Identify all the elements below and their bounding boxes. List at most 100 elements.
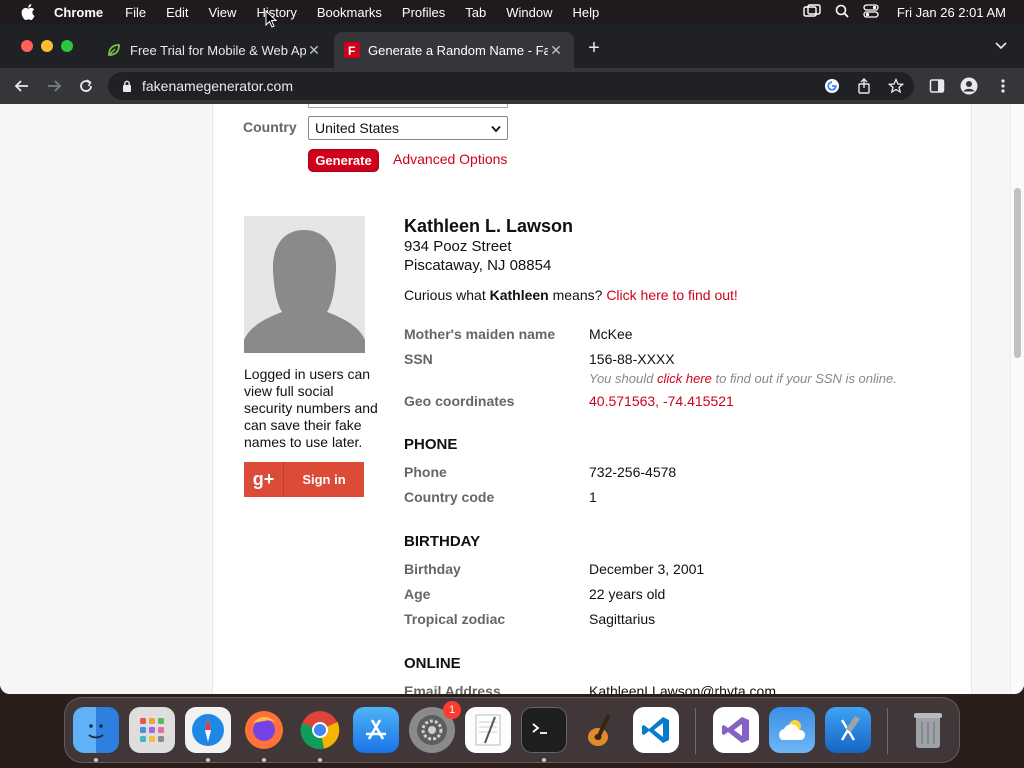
address-bar[interactable]: fakenamegenerator.com <box>108 72 914 100</box>
side-panel-icon[interactable] <box>928 77 946 95</box>
tab-title: Generate a Random Name - Fa <box>368 42 548 58</box>
terminal-icon[interactable] <box>521 707 567 753</box>
login-note: Logged in users can view full social sec… <box>244 366 378 450</box>
weather-icon[interactable] <box>769 707 815 753</box>
finder-running-indicator <box>94 758 98 762</box>
settings-notification-badge: 1 <box>443 701 461 719</box>
menu-edit[interactable]: Edit <box>166 5 188 20</box>
google-plus-icon: g+ <box>244 462 284 497</box>
bookmark-star-icon[interactable] <box>888 78 904 94</box>
minimize-window-button[interactable] <box>41 40 53 52</box>
menu-view[interactable]: View <box>208 5 236 20</box>
chrome-icon[interactable] <box>297 707 343 753</box>
svg-text:F: F <box>348 44 355 58</box>
curious-prefix: Curious what <box>404 287 490 303</box>
google-signin-button[interactable]: g+ Sign in <box>244 462 364 497</box>
zoom-window-button[interactable] <box>61 40 73 52</box>
close-window-button[interactable] <box>21 40 33 52</box>
chrome-running-indicator <box>318 758 322 762</box>
trash-icon[interactable] <box>905 707 951 753</box>
ssn-value: 156-88-XXXX <box>589 351 675 367</box>
menu-bar: Chrome File Edit View History Bookmarks … <box>0 0 1024 24</box>
maiden-name-label: Mother's maiden name <box>404 326 556 342</box>
menu-app-name[interactable]: Chrome <box>54 5 103 20</box>
garageband-icon[interactable] <box>577 707 623 753</box>
vscode-icon[interactable] <box>633 707 679 753</box>
xcode-icon[interactable] <box>825 707 871 753</box>
name-meaning-link[interactable]: Click here to find out! <box>606 287 738 303</box>
google-lens-icon[interactable] <box>824 78 840 94</box>
back-arrow-icon[interactable] <box>12 76 32 96</box>
screen-mirror-icon[interactable] <box>803 3 821 21</box>
dock-separator <box>695 708 696 754</box>
ssn-note-prefix: You should <box>589 371 657 386</box>
finder-icon[interactable] <box>73 707 119 753</box>
menu-clock[interactable]: Fri Jan 26 2:01 AM <box>897 5 1006 20</box>
tab-fake-name-generator[interactable]: F Generate a Random Name - Fa ✕ <box>334 32 574 68</box>
kebab-menu-icon[interactable] <box>994 77 1012 95</box>
ssn-check-link[interactable]: click here <box>657 371 712 386</box>
birthday-value: December 3, 2001 <box>589 561 705 577</box>
spotlight-search-icon[interactable] <box>835 4 849 21</box>
share-icon[interactable] <box>856 78 872 94</box>
apple-menu-icon[interactable] <box>18 2 38 22</box>
browser-window: Free Trial for Mobile & Web App ✕ F Gene… <box>0 24 1024 694</box>
scrollbar-thumb[interactable] <box>1014 188 1021 358</box>
dock: 1 <box>64 697 960 763</box>
online-heading: ONLINE <box>404 655 461 672</box>
control-center-icon[interactable] <box>863 3 879 21</box>
ssn-note: You should click here to find out if you… <box>589 371 897 386</box>
browser-toolbar: fakenamegenerator.com <box>0 68 1024 104</box>
ssn-label: SSN <box>404 351 433 367</box>
firefox-running-indicator <box>262 758 266 762</box>
menu-bookmarks[interactable]: Bookmarks <box>317 5 382 20</box>
country-select-value: United States <box>315 120 400 136</box>
tab-title: Free Trial for Mobile & Web App <box>130 42 306 58</box>
tab-close-icon[interactable]: ✕ <box>548 42 564 59</box>
lock-icon[interactable] <box>120 79 134 93</box>
generate-button[interactable]: Generate <box>308 149 379 172</box>
age-label: Age <box>404 586 431 602</box>
curious-suffix: means? <box>548 287 607 303</box>
previous-field-edge <box>308 104 508 108</box>
mouse-cursor-icon <box>265 9 278 28</box>
country-label: Country <box>243 119 297 135</box>
tab-search-chevron-icon[interactable] <box>994 38 1010 54</box>
menu-window[interactable]: Window <box>506 5 552 20</box>
visual-studio-icon[interactable] <box>713 707 759 753</box>
content-column: Country United States Generate Advanced … <box>212 104 972 694</box>
country-select[interactable]: United States <box>308 116 508 140</box>
birthday-heading: BIRTHDAY <box>404 533 481 550</box>
country-code-label: Country code <box>404 489 495 505</box>
web-page: Country United States Generate Advanced … <box>0 104 1024 694</box>
geo-label: Geo coordinates <box>404 393 515 409</box>
textedit-icon[interactable] <box>465 707 511 753</box>
menu-profiles[interactable]: Profiles <box>402 5 445 20</box>
menu-tab[interactable]: Tab <box>465 5 486 20</box>
new-tab-button[interactable]: + <box>584 38 604 58</box>
forward-arrow-icon[interactable] <box>44 76 64 96</box>
tab-close-icon[interactable]: ✕ <box>306 42 322 59</box>
page-scrollbar[interactable] <box>1010 104 1024 694</box>
reload-icon[interactable] <box>76 76 96 96</box>
phone-label: Phone <box>404 464 447 480</box>
country-code-value: 1 <box>589 489 597 505</box>
terminal-running-indicator <box>542 758 546 762</box>
f-favicon-icon: F <box>344 42 360 58</box>
menu-file[interactable]: File <box>125 5 146 20</box>
birthday-label: Birthday <box>404 561 461 577</box>
avatar <box>244 216 365 353</box>
app-store-icon[interactable] <box>353 707 399 753</box>
tab-bar: Free Trial for Mobile & Web App ✕ F Gene… <box>0 24 1024 68</box>
safari-icon[interactable] <box>185 707 231 753</box>
profile-avatar-icon[interactable] <box>960 77 978 95</box>
advanced-options-link[interactable]: Advanced Options <box>393 151 507 167</box>
firefox-icon[interactable] <box>241 707 287 753</box>
system-settings-icon[interactable]: 1 <box>409 701 461 753</box>
tab-free-trial[interactable]: Free Trial for Mobile & Web App ✕ <box>96 32 332 68</box>
launchpad-icon[interactable] <box>129 707 175 753</box>
menu-help[interactable]: Help <box>573 5 600 20</box>
ssn-note-suffix: to find out if your SSN is online. <box>711 371 897 386</box>
geo-coordinates-link[interactable]: 40.571563, -74.415521 <box>589 393 734 409</box>
zodiac-value: Sagittarius <box>589 611 656 627</box>
